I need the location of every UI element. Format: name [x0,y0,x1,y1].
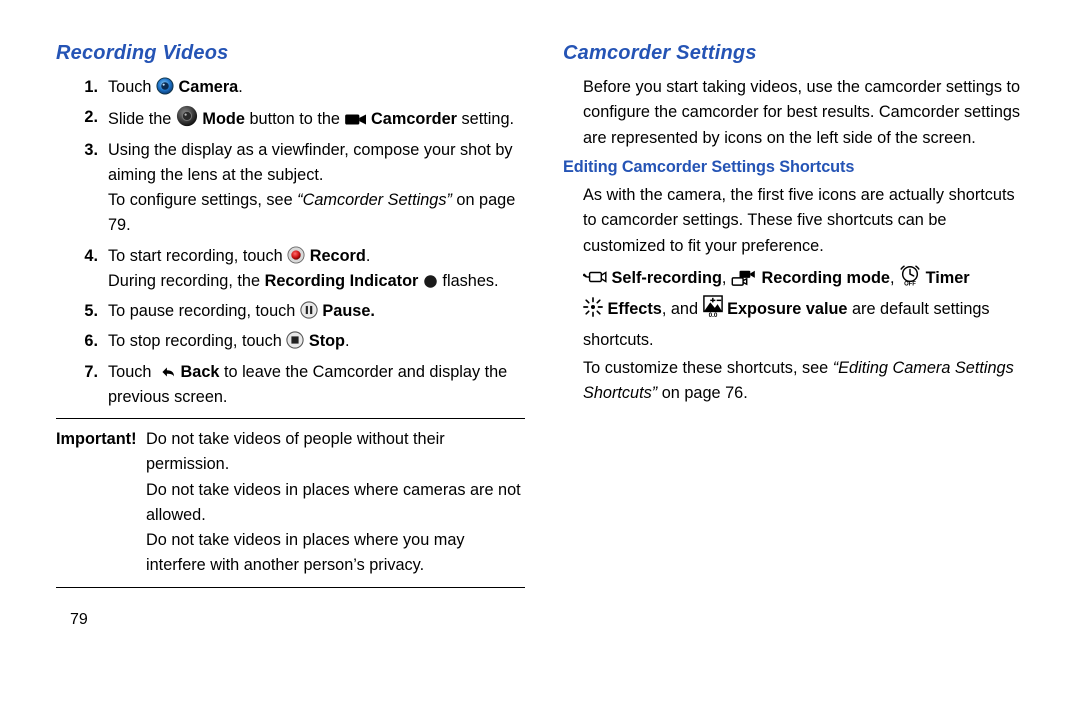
camcorder-icon [345,112,367,127]
step-body: To start recording, touch Record. During… [108,244,525,295]
step-body: Touch Camera. [108,75,525,100]
important-line: Do not take videos in places where you m… [146,528,525,579]
shortcut-list: Self-recording, Recording mode, Timer Ef… [583,263,1032,356]
important-label: Important! [56,427,146,579]
step-body: Using the display as a viewfinder, compo… [108,138,525,239]
back-icon [156,364,176,380]
heading-recording-videos: Recording Videos [56,38,525,69]
divider [56,587,525,588]
cross-ref: “Camcorder Settings” [297,191,452,209]
customize-paragraph: To customize these shortcuts, see “Editi… [583,356,1032,407]
step-body: Touch Back to leave the Camcorder and di… [108,360,525,411]
pause-icon [300,301,318,319]
camera-icon [156,77,174,95]
step-4: 4. To start recording, touch Record. Dur… [56,244,525,295]
divider [56,418,525,419]
heading-camcorder-settings: Camcorder Settings [563,38,1032,69]
intro-paragraph: Before you start taking videos, use the … [583,75,1032,151]
stop-icon [286,331,304,349]
mode-icon [176,105,198,127]
rec-indicator-icon [423,274,438,289]
important-note: Important! Do not take videos of people … [56,427,525,579]
step-number: 6. [56,329,108,354]
step-body: To pause recording, touch Pause. [108,299,525,324]
step-body: Slide the Mode button to the Camcorder s… [108,105,525,132]
step-2: 2. Slide the Mode button to the Camcorde… [56,105,525,132]
step-number: 4. [56,244,108,295]
step-number: 1. [56,75,108,100]
right-column: Camcorder Settings Before you start taki… [553,38,1032,700]
exposure-icon [703,295,723,317]
timer-icon [899,264,921,286]
recording-mode-icon [731,268,757,286]
important-line: Do not take videos in places where camer… [146,478,525,529]
step-5: 5. To pause recording, touch Pause. [56,299,525,324]
step-1: 1. Touch Camera. [56,75,525,100]
step-number: 2. [56,105,108,132]
manual-page: Recording Videos 1. Touch Camera. 2. Sli… [0,0,1080,720]
step-6: 6. To stop recording, touch Stop. [56,329,525,354]
step-number: 5. [56,299,108,324]
record-icon [287,246,305,264]
important-line: Do not take videos of people without the… [146,427,525,478]
step-number: 7. [56,360,108,411]
page-number: 79 [70,608,525,633]
steps-list: 1. Touch Camera. 2. Slide the Mode butto… [56,75,525,410]
step-number: 3. [56,138,108,239]
effects-icon [583,297,603,317]
left-column: Recording Videos 1. Touch Camera. 2. Sli… [56,38,553,700]
step-7: 7. Touch Back to leave the Camcorder and… [56,360,525,411]
paragraph: As with the camera, the first five icons… [583,183,1032,259]
self-recording-icon [583,268,607,286]
subheading-editing-shortcuts: Editing Camcorder Settings Shortcuts [563,155,1032,180]
step-3: 3. Using the display as a viewfinder, co… [56,138,525,239]
step-body: To stop recording, touch Stop. [108,329,525,354]
